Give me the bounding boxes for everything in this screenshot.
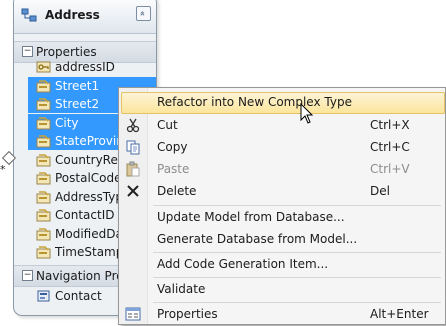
collapse-minus-icon[interactable]: − (22, 46, 33, 57)
menu-item-generate-database[interactable]: Generate Database from Model... (121, 229, 443, 249)
menu-item-label: Refactor into New Complex Type (157, 95, 352, 109)
property-label: Street2 (55, 97, 100, 111)
property-label: PostalCode (55, 171, 122, 185)
property-label: Street1 (55, 78, 100, 93)
menu-item-add-code-generation[interactable]: Add Code Generation Item... (121, 254, 443, 274)
menu-item-shortcut: Alt+Enter (370, 307, 429, 321)
menu-separator (153, 205, 441, 206)
menu-item-delete[interactable]: Delete Del (121, 181, 443, 201)
menu-item-label: Update Model from Database... (157, 210, 345, 224)
collapse-minus-icon[interactable]: − (22, 270, 33, 281)
menu-item-shortcut: Ctrl+V (370, 162, 410, 176)
property-label: City (55, 115, 79, 130)
menu-item-copy[interactable]: Copy Ctrl+C (121, 137, 443, 157)
menu-item-properties[interactable]: Properties Alt+Enter (121, 304, 443, 324)
property-icon (36, 170, 52, 186)
key-property-icon (36, 59, 52, 75)
navigation-property-icon (37, 290, 50, 302)
menu-item-label: Add Code Generation Item... (157, 257, 329, 271)
property-icon (36, 133, 52, 149)
menu-item-shortcut: Del (370, 184, 390, 198)
delete-x-icon (125, 183, 141, 199)
menu-item-validate[interactable]: Validate (121, 279, 443, 299)
property-icon (36, 189, 52, 205)
property-label: ContactID (55, 208, 115, 222)
menu-item-shortcut: Ctrl+X (370, 118, 410, 132)
menu-item-label: Generate Database from Model... (157, 232, 358, 246)
properties-section-label: Properties (36, 45, 97, 59)
mouse-pointer-icon (300, 103, 314, 124)
property-label: addressID (55, 60, 115, 74)
menu-item-label: Properties (157, 307, 218, 321)
context-menu: Refactor into New Complex Type Cut Ctrl+… (118, 87, 446, 325)
menu-item-paste[interactable]: Paste Ctrl+V (121, 159, 443, 179)
association-multiplicity: * (0, 163, 6, 176)
property-icon (36, 115, 52, 131)
property-row[interactable]: addressID (28, 58, 156, 76)
entity-title: Address (45, 8, 100, 22)
menu-item-label: Copy (157, 140, 188, 154)
paste-icon (125, 161, 141, 177)
menu-item-shortcut: Ctrl+C (370, 140, 410, 154)
property-icon (36, 226, 52, 242)
menu-separator (153, 277, 441, 278)
scissors-icon (125, 117, 141, 133)
property-icon (36, 244, 52, 260)
property-icon (36, 207, 52, 223)
collapse-chevron-icon[interactable]: » (136, 6, 151, 21)
menu-item-update-model[interactable]: Update Model from Database... (121, 207, 443, 227)
properties-icon (125, 306, 141, 322)
menu-separator (153, 302, 441, 303)
menu-item-label: Delete (157, 184, 197, 198)
menu-item-cut[interactable]: Cut Ctrl+X (121, 115, 443, 135)
menu-separator (153, 252, 441, 253)
property-label: ModifiedDat (55, 226, 128, 241)
property-icon (36, 152, 52, 168)
copy-icon (125, 139, 141, 155)
menu-item-label: Cut (157, 118, 178, 132)
entity-header[interactable]: Address » (14, 0, 156, 34)
menu-item-refactor-complex-type[interactable]: Refactor into New Complex Type (121, 92, 445, 114)
menu-item-label: Validate (157, 282, 206, 296)
property-icon (36, 78, 52, 94)
entity-type-icon (21, 8, 37, 22)
navigation-property-label: Contact (55, 289, 102, 303)
navigation-section-label: Navigation Prop (36, 269, 132, 283)
property-label: TimeStamp (55, 245, 124, 259)
menu-item-label: Paste (157, 162, 190, 176)
property-icon (36, 96, 52, 112)
